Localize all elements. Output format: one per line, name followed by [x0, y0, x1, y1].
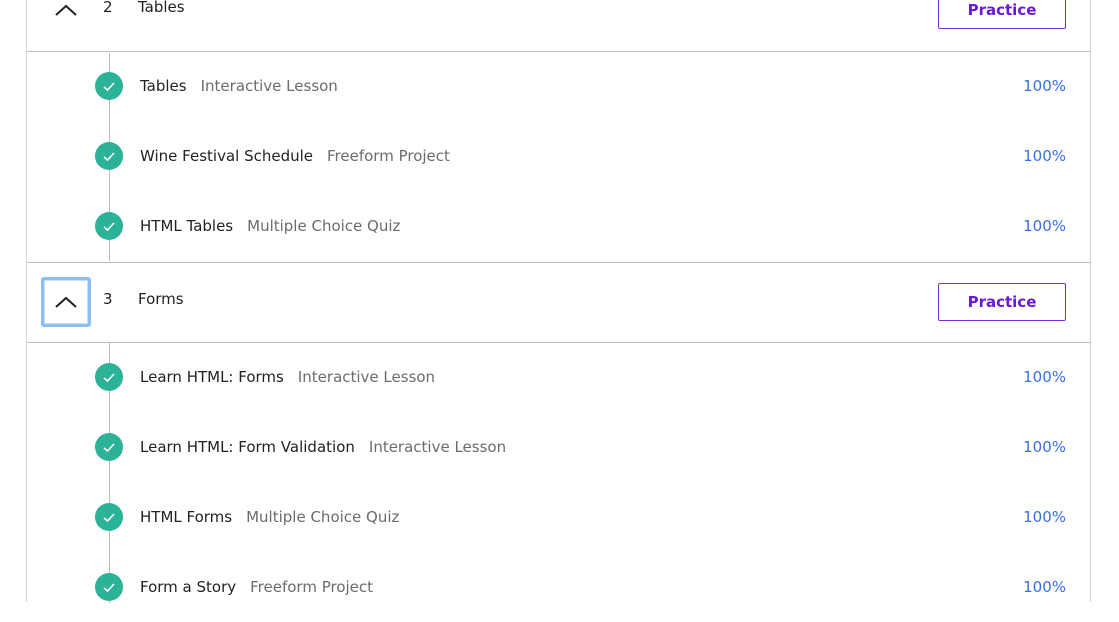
check-circle-icon: [95, 503, 123, 531]
item-progress: 100%: [1023, 77, 1066, 95]
item-type: Multiple Choice Quiz: [246, 508, 400, 526]
section-number: 3: [103, 290, 113, 308]
item-type: Interactive Lesson: [200, 77, 338, 95]
check-circle-icon: [95, 573, 123, 601]
chevron-up-icon: [55, 4, 77, 16]
item-type: Freeform Project: [250, 578, 374, 596]
item-type: Interactive Lesson: [297, 368, 436, 386]
item-type: Freeform Project: [327, 147, 450, 165]
item-title: Tables: [140, 77, 187, 95]
check-circle-icon: [95, 363, 123, 391]
item-title: HTML Tables: [140, 217, 234, 235]
section-number: 2: [103, 0, 113, 16]
section-header-forms: 3 Forms Practice: [27, 262, 1090, 343]
item-title: Wine Festival Schedule: [140, 147, 314, 165]
list-item[interactable]: Wine Festival Schedule Freeform Project 1…: [27, 121, 1090, 191]
list-item[interactable]: Learn HTML: Forms Interactive Lesson 100%: [27, 342, 1090, 412]
item-progress: 100%: [1023, 508, 1066, 526]
list-item[interactable]: Form a Story Freeform Project 100%: [27, 552, 1090, 622]
check-circle-icon: [95, 142, 123, 170]
item-title: Learn HTML: Form Validation: [140, 438, 355, 456]
item-progress: 100%: [1023, 438, 1066, 456]
item-progress: 100%: [1023, 368, 1066, 386]
item-progress: 100%: [1023, 578, 1066, 596]
item-title: HTML Forms: [140, 508, 233, 526]
section-title: Tables: [138, 0, 185, 16]
collapse-section-button[interactable]: [41, 277, 91, 327]
check-circle-icon: [95, 212, 123, 240]
item-type: Interactive Lesson: [368, 438, 507, 456]
list-item[interactable]: HTML Tables Multiple Choice Quiz 100%: [27, 191, 1090, 261]
item-progress: 100%: [1023, 147, 1066, 165]
list-item[interactable]: HTML Forms Multiple Choice Quiz 100%: [27, 482, 1090, 552]
section-header-tables: 2 Tables Practice: [27, 0, 1090, 52]
syllabus-panel: 2 Tables Practice Tables Interactive Less…: [26, 0, 1091, 603]
list-item[interactable]: Learn HTML: Form Validation Interactive L…: [27, 412, 1090, 482]
list-item[interactable]: Tables Interactive Lesson 100%: [27, 51, 1090, 121]
practice-button[interactable]: Practice: [938, 283, 1066, 321]
check-circle-icon: [95, 433, 123, 461]
check-circle-icon: [95, 72, 123, 100]
collapse-section-button[interactable]: [41, 0, 91, 35]
item-type: Multiple Choice Quiz: [247, 217, 401, 235]
chevron-up-icon: [55, 296, 77, 308]
item-title: Learn HTML: Forms: [140, 368, 284, 386]
item-title: Form a Story: [140, 578, 237, 596]
item-progress: 100%: [1023, 217, 1066, 235]
practice-button[interactable]: Practice: [938, 0, 1066, 29]
section-title: Forms: [138, 290, 184, 308]
